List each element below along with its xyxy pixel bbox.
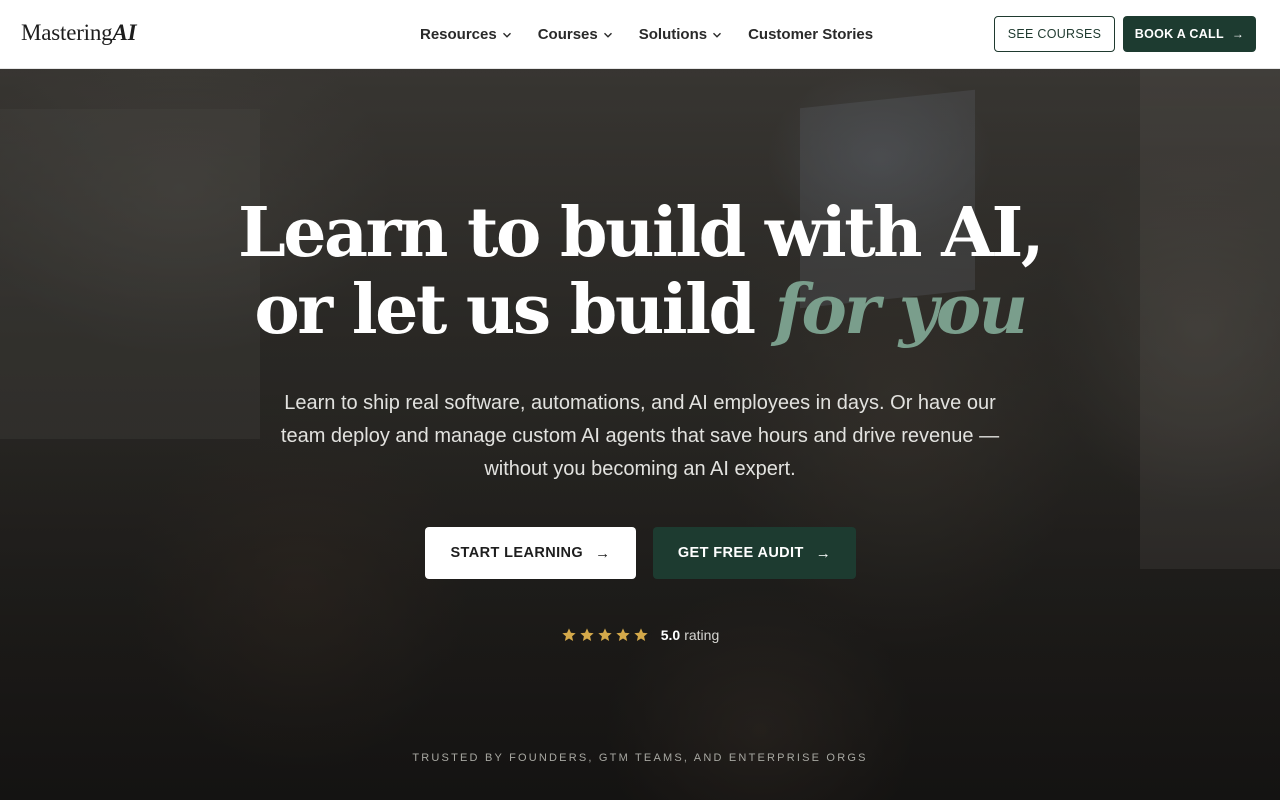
top-navbar: MasteringAI Resources Courses Solutions … <box>0 0 1280 69</box>
arrow-right-icon: → <box>1231 27 1245 41</box>
logo[interactable]: MasteringAI <box>21 20 137 46</box>
see-courses-label: SEE COURSES <box>1007 27 1102 41</box>
see-courses-button[interactable]: SEE COURSES <box>994 16 1115 52</box>
hero-subheadline: Learn to ship real software, automations… <box>280 392 1000 480</box>
headline-line-1: Learn to build with AI, <box>237 193 1045 273</box>
get-free-audit-button[interactable]: GET FREE AUDIT → <box>653 527 856 579</box>
trusted-by-caption: TRUSTED BY FOUNDERS, GTM TEAMS, AND ENTE… <box>412 752 868 764</box>
nav-item-courses[interactable]: Courses <box>538 26 613 43</box>
rating-label: rating <box>684 627 720 643</box>
book-a-call-button[interactable]: BOOK A CALL → <box>1123 16 1256 52</box>
nav-item-label: Courses <box>537 26 598 43</box>
star-icon <box>580 628 594 641</box>
nav-item-label: Customer Stories <box>748 26 874 43</box>
logo-accent-text: AI <box>112 20 137 45</box>
headline-line-2-prefix: or let us build <box>254 270 756 350</box>
main-nav: Resources Courses Solutions Customer Sto… <box>420 0 899 69</box>
star-icon <box>598 628 612 641</box>
start-learning-label: START LEARNING <box>450 545 584 561</box>
nav-item-resources[interactable]: Resources <box>420 26 512 43</box>
hero-section: Learn to build with AI, or let us build … <box>0 69 1280 800</box>
headline-accent: for you <box>774 270 1028 350</box>
book-a-call-label: BOOK A CALL <box>1134 27 1224 41</box>
nav-item-label: Resources <box>420 26 497 43</box>
nav-item-label: Solutions <box>638 26 708 43</box>
rating-value: 5.0 <box>660 627 681 643</box>
rating-row: 5.0 rating <box>0 627 1280 643</box>
logo-text: Mastering <box>21 20 113 45</box>
chevron-down-icon <box>713 32 722 38</box>
hero-headline: Learn to build with AI, or let us build … <box>0 195 1280 349</box>
star-icon <box>562 628 576 641</box>
nav-item-solutions[interactable]: Solutions <box>639 26 722 43</box>
star-rating <box>561 627 651 643</box>
arrow-right-icon: → <box>815 544 832 562</box>
star-icon <box>616 628 630 641</box>
arrow-right-icon: → <box>595 544 611 562</box>
chevron-down-icon <box>603 32 612 38</box>
hero-cta-row: START LEARNING → GET FREE AUDIT → <box>0 527 1280 579</box>
star-icon <box>634 628 648 641</box>
chevron-down-icon <box>502 32 511 38</box>
nav-item-customer-stories[interactable]: Customer Stories <box>748 26 873 43</box>
get-free-audit-label: GET FREE AUDIT <box>677 545 804 561</box>
start-learning-button[interactable]: START LEARNING → <box>425 527 636 579</box>
